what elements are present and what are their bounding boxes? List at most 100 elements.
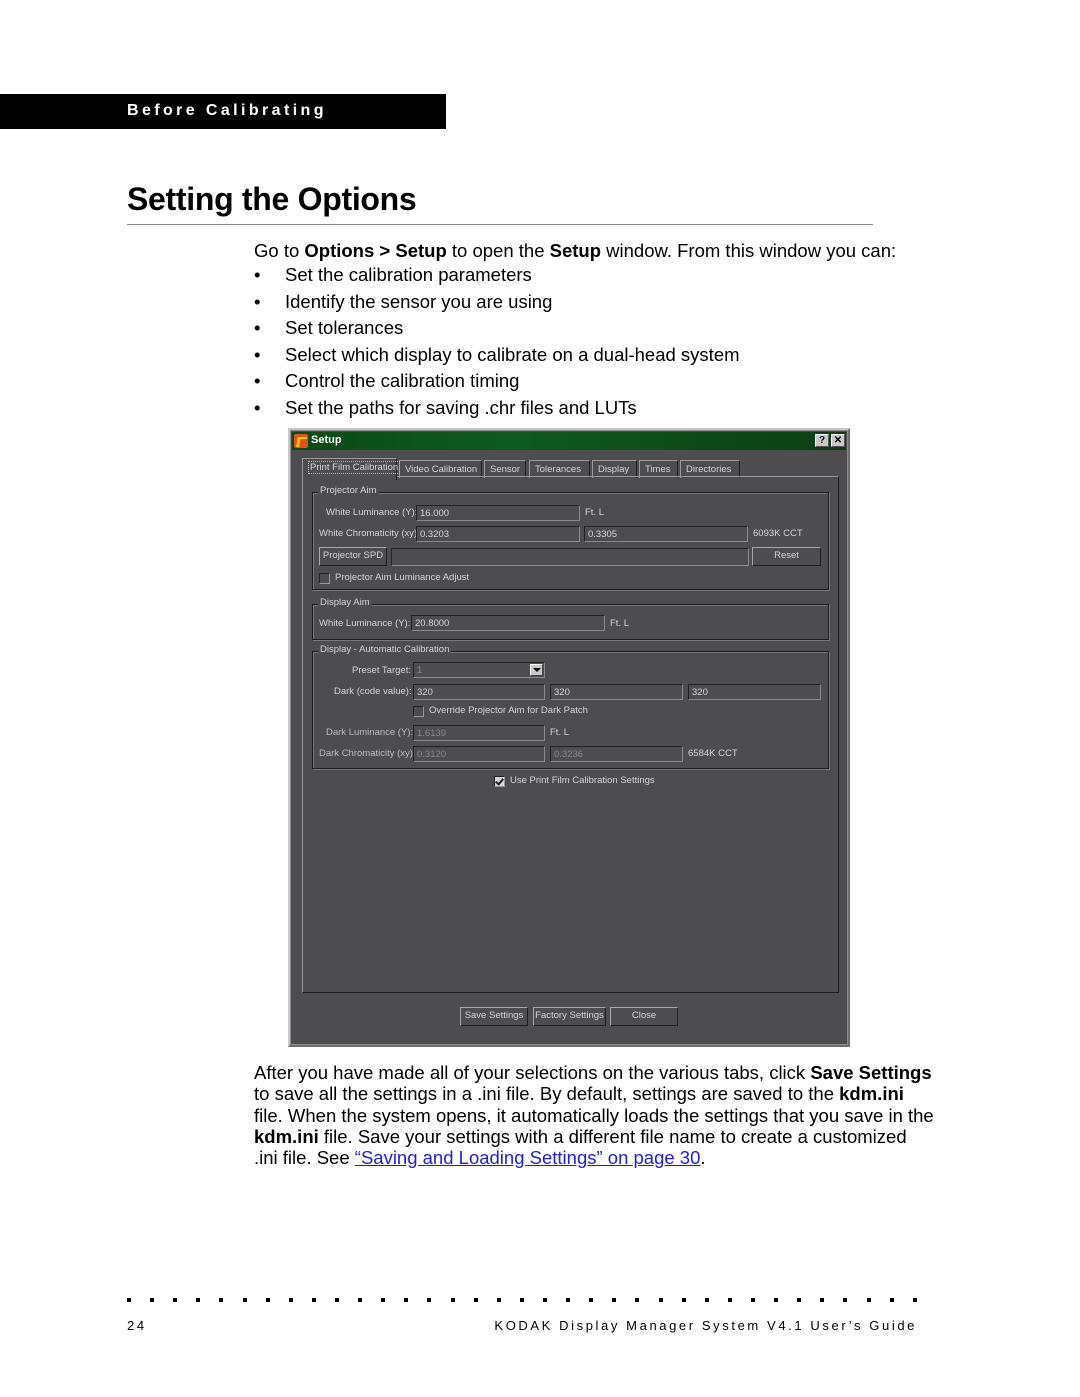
rule-dot (404, 1298, 409, 1302)
rule-dot (519, 1298, 524, 1302)
projector-spd-path-input[interactable] (391, 548, 749, 566)
white-luminance-input[interactable]: 16.000 (416, 505, 580, 521)
rule-dot (311, 1298, 316, 1302)
dark-chromaticity-y-input[interactable]: 0.3236 (550, 746, 683, 762)
chevron-down-icon[interactable] (530, 664, 543, 676)
group-legend: Projector Aim (318, 485, 379, 496)
rule-dot (127, 1298, 131, 1302)
reset-button[interactable]: Reset (752, 547, 821, 566)
display-white-luminance-label: White Luminance (Y): (319, 618, 411, 629)
list-item-text: Set the paths for saving .chr files and … (285, 396, 637, 418)
projector-aim-group: Projector Aim White Luminance (Y): 16.00… (312, 485, 829, 590)
rule-dot (173, 1298, 178, 1302)
white-chromaticity-x-input[interactable]: 0.3203 (416, 526, 580, 542)
page-title: Setting the Options (127, 181, 417, 217)
bullet-icon: • (254, 317, 261, 338)
tab-label: Display (598, 464, 630, 475)
list-item-text: Control the calibration timing (285, 370, 520, 391)
title-bar[interactable]: Setup ? ✕ (292, 432, 846, 450)
white-chromaticity-y-input[interactable]: 0.3305 (584, 526, 748, 542)
group-legend: Display Aim (318, 597, 372, 608)
rule-dot (681, 1298, 686, 1302)
rule-dot (542, 1298, 547, 1302)
list-item: • Select which display to calibrate on a … (254, 344, 740, 371)
rule-dot (727, 1298, 732, 1302)
dark-chromaticity-label: Dark Chromaticity (xy): (319, 748, 416, 759)
feature-list: • Set the calibration parameters • Identif… (254, 264, 740, 423)
footer-dotted-rule (127, 1298, 917, 1304)
tab-print-film-calibration[interactable]: Print Film Calibration (302, 458, 401, 480)
luminance-adjust-checkbox[interactable] (319, 573, 330, 584)
dark-luminance-label: Dark Luminance (Y): (326, 727, 414, 738)
rule-dot (219, 1298, 224, 1302)
dark-code-value-input[interactable]: 320 (688, 684, 821, 700)
rule-dot (427, 1298, 432, 1302)
rule-dot (889, 1298, 894, 1302)
preset-target-label: Preset Target: (352, 665, 411, 676)
bullet-icon: • (254, 396, 261, 418)
unit-label: Ft. L (610, 618, 630, 629)
rule-dot (843, 1298, 848, 1302)
rule-dot (450, 1298, 455, 1302)
white-luminance-label: White Luminance (Y): (326, 507, 418, 518)
luminance-adjust-label: Projector Aim Luminance Adjust (335, 572, 470, 583)
rule-dot (242, 1298, 247, 1302)
body-text: . (700, 1147, 706, 1169)
body-text: file. When the system opens, it automati… (254, 1104, 934, 1126)
list-item: • Set the calibration parameters (254, 264, 740, 291)
intro-paragraph: Go to Options > Setup to open the Setup … (254, 240, 896, 262)
preset-target-select[interactable]: 1 (413, 662, 545, 678)
save-settings-button[interactable]: Save Settings (460, 1007, 528, 1026)
rule-dot (912, 1298, 917, 1302)
rule-dot (288, 1298, 293, 1302)
display-white-luminance-input[interactable]: 20.8000 (411, 615, 605, 631)
rule-dot (381, 1298, 386, 1302)
tab-label: Video Calibration (405, 464, 478, 475)
automatic-calibration-group: Display - Automatic Calibration Preset T… (312, 644, 829, 769)
intro-text: Go to (254, 240, 305, 261)
tab-label: Tolerances (535, 464, 581, 475)
close-button[interactable]: Close (610, 1007, 678, 1026)
intro-setup: Setup (395, 240, 447, 261)
factory-settings-button[interactable]: Factory Settings (533, 1007, 606, 1026)
rule-dot (635, 1298, 640, 1302)
use-print-film-label: Use Print Film Calibration Settings (510, 775, 655, 786)
bullet-icon: • (254, 290, 261, 312)
override-dark-patch-checkbox[interactable] (413, 706, 424, 717)
rule-dot (820, 1298, 825, 1302)
list-item: • Control the calibration timing (254, 370, 740, 397)
guide-title: KODAK Display Manager System V4.1 User’s… (494, 1318, 917, 1333)
list-item-text: Select which display to calibrate on a d… (285, 343, 740, 365)
list-item-text: Identify the sensor you are using (285, 290, 553, 312)
rule-dot (750, 1298, 755, 1302)
tab-label: Directories (686, 464, 732, 475)
title-divider (127, 224, 873, 225)
dark-luminance-input[interactable]: 1.6139 (413, 725, 545, 741)
page-number: 24 (127, 1318, 147, 1333)
list-item: • Set the paths for saving .chr files and… (254, 397, 740, 424)
body-text: After you have made all of your selectio… (254, 1062, 811, 1083)
use-print-film-checkbox[interactable] (494, 776, 505, 787)
help-button[interactable]: ? (815, 434, 829, 447)
list-item: • Identify the sensor you are using (254, 291, 740, 318)
dark-cct-readout: 6584K CCT (688, 748, 738, 759)
window-title: Setup (311, 434, 342, 446)
projector-spd-button[interactable]: Projector SPD (319, 547, 387, 566)
unit-label: Ft. L (550, 727, 570, 738)
cct-readout: 6093K CCT (753, 528, 803, 539)
rule-dot (797, 1298, 802, 1302)
rule-dot (566, 1298, 571, 1302)
dark-code-value-input[interactable]: 320 (550, 684, 683, 700)
list-item-text: Set the calibration parameters (285, 264, 532, 285)
rule-dot (658, 1298, 663, 1302)
tab-label: Print Film Calibration (308, 461, 401, 474)
section-header-label: Before Calibrating (127, 102, 327, 119)
close-icon[interactable]: ✕ (831, 434, 845, 447)
kdm-ini-term: kdm.ini (839, 1083, 904, 1105)
tab-label: Times (645, 464, 671, 475)
setup-window: Setup ? ✕ Print Film Calibration Video C… (288, 428, 850, 1047)
dark-chromaticity-x-input[interactable]: 0.3120 (413, 746, 545, 762)
dark-code-value-input[interactable]: 320 (413, 684, 545, 700)
bullet-icon: • (254, 370, 261, 391)
saving-loading-settings-link[interactable]: “Saving and Loading Settings” on page 30 (355, 1147, 701, 1168)
